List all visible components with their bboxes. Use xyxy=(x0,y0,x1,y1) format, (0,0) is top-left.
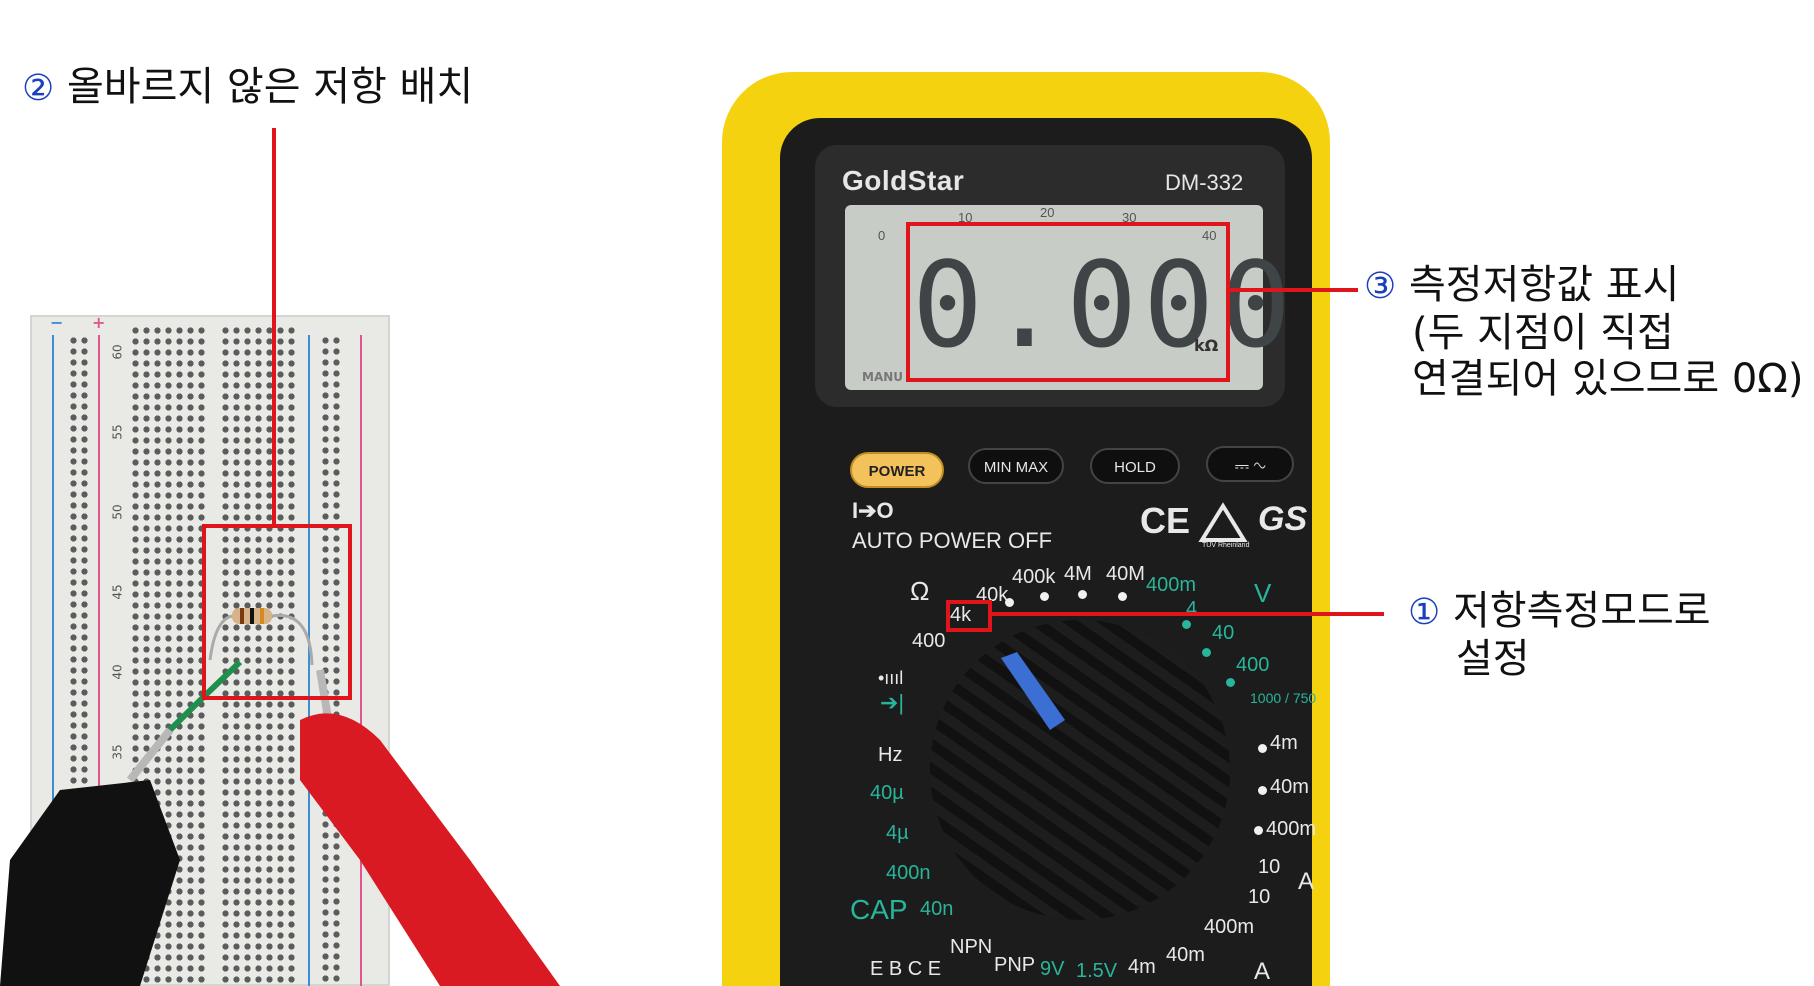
power-button[interactable]: POWER xyxy=(850,452,944,488)
row-number: 60 xyxy=(110,344,125,360)
black-clip-jaw xyxy=(126,727,174,783)
cap-range-400n[interactable]: 400n xyxy=(886,862,931,885)
cap-range-40u[interactable]: 40µ xyxy=(870,782,904,805)
volt-range-40[interactable]: 40 xyxy=(1212,622,1234,645)
annotation-2-text: 올바르지 않은 저항 배치 xyxy=(67,64,474,110)
annotation-3-line-1: 측정저항값 표시 xyxy=(1409,262,1680,308)
cap-label: CAP xyxy=(850,894,908,925)
dial-dot xyxy=(1258,744,1267,753)
volt-range-400[interactable]: 400 xyxy=(1236,654,1269,677)
volt-range-1000-750[interactable]: 1000 / 750 xyxy=(1250,690,1316,706)
amp-range-40m[interactable]: 40m xyxy=(1270,776,1309,799)
ac-amp-10[interactable]: 10 xyxy=(1248,886,1270,909)
ac-amp-4m[interactable]: 4m xyxy=(1128,956,1156,979)
battery-1-5v[interactable]: 1.5V xyxy=(1076,960,1117,983)
rail-minus-sign: − xyxy=(50,313,64,332)
mode-pnp[interactable]: PNP xyxy=(994,954,1035,977)
amp-range-400m[interactable]: 400m xyxy=(1266,818,1316,841)
annotation-1-highlight-box xyxy=(946,600,992,632)
diode-icon: ➔| xyxy=(880,690,905,715)
battery-9v[interactable]: 9V xyxy=(1040,958,1064,981)
amp-range-10[interactable]: 10 xyxy=(1258,856,1280,879)
dial-dot xyxy=(1254,826,1263,835)
dial-dot xyxy=(1005,598,1014,607)
rail-plus-sign: + xyxy=(92,313,106,332)
mode-npn[interactable]: NPN xyxy=(950,936,992,959)
row-number: 55 xyxy=(110,424,125,440)
annotation-3-highlight-box xyxy=(906,222,1230,382)
auto-power-symbol: I➔O xyxy=(852,498,894,523)
lcd-mode-label: MANU xyxy=(862,370,904,384)
min-max-button[interactable]: MIN MAX xyxy=(968,448,1064,484)
cap-range-4u[interactable]: 4µ xyxy=(886,822,909,845)
red-alligator-clip xyxy=(300,713,560,986)
ohm-range-40M[interactable]: 40M xyxy=(1106,563,1145,586)
black-alligator-clip xyxy=(0,780,180,986)
annotation-2-number: ② xyxy=(22,68,55,109)
multimeter-brand: GoldStar xyxy=(842,165,965,196)
amp-symbol: A xyxy=(1298,868,1315,895)
gs-mark: GS xyxy=(1258,500,1308,538)
volt-range-4[interactable]: 4 xyxy=(1186,598,1197,621)
lcd-scale-label: 0 xyxy=(878,228,886,243)
acdc-button[interactable]: ⎓ ∿ xyxy=(1206,446,1294,482)
ohm-range-4M[interactable]: 4M xyxy=(1064,563,1092,586)
volt-symbol: V xyxy=(1254,578,1272,608)
dial-pointer xyxy=(1001,652,1065,730)
annotation-1-line-1: 저항측정모드로 xyxy=(1453,588,1711,634)
annotation-2: ② 올바르지 않은 저항 배치 xyxy=(22,64,473,112)
dial-dot xyxy=(1202,648,1211,657)
auto-power-label: AUTO POWER OFF xyxy=(852,528,1053,553)
annotation-1: ① 저항측정모드로 설정 xyxy=(1408,588,1711,682)
continuity-icon: •ıııl xyxy=(878,668,904,688)
tuv-label: TÜV Rheinland xyxy=(1202,542,1250,549)
hold-button[interactable]: HOLD xyxy=(1090,448,1180,484)
dial-dot xyxy=(1182,620,1191,629)
ac-amp-symbol: A xyxy=(1254,958,1271,985)
annotation-3-line-3: 연결되어 있으므로 0Ω) xyxy=(1412,356,1804,402)
dial-dot xyxy=(1258,786,1267,795)
annotation-2-highlight-box xyxy=(202,524,352,700)
annotation-1-number: ① xyxy=(1408,592,1441,633)
volt-range-400m[interactable]: 400m xyxy=(1146,574,1196,597)
ce-mark: CE xyxy=(1140,500,1191,541)
lcd-scale-label: 20 xyxy=(1040,205,1055,220)
ac-amp-40m[interactable]: 40m xyxy=(1166,944,1205,967)
row-number: 50 xyxy=(110,504,125,520)
dial-dot xyxy=(1226,678,1235,687)
mode-hz[interactable]: Hz xyxy=(878,744,902,767)
tuv-triangle-icon xyxy=(1198,502,1248,542)
transistor-pins: E B C E xyxy=(870,958,942,980)
annotation-3-number: ③ xyxy=(1364,266,1397,307)
ohm-range-400k[interactable]: 400k xyxy=(1012,566,1055,589)
annotation-3-line-2: (두 지점이 직접 xyxy=(1412,310,1674,356)
dial-dot xyxy=(1118,592,1127,601)
annotation-2-leader-line xyxy=(272,128,276,528)
annotation-1-leader-line xyxy=(992,612,1384,616)
annotation-3: ③ 측정저항값 표시 (두 지점이 직접 연결되어 있으므로 0Ω) xyxy=(1364,262,1803,402)
amp-range-4m[interactable]: 4m xyxy=(1270,732,1298,755)
annotation-3-leader-line xyxy=(1230,288,1358,292)
cap-range-40n[interactable]: 40n xyxy=(920,898,953,921)
multimeter-model: DM-332 xyxy=(1165,170,1244,195)
dial-dot xyxy=(1040,592,1049,601)
ohm-range-400[interactable]: 400 xyxy=(912,630,945,653)
annotation-1-line-2: 설정 xyxy=(1456,636,1530,682)
ohm-symbol: Ω xyxy=(910,576,930,606)
ac-amp-400m[interactable]: 400m xyxy=(1204,916,1254,939)
dial-dot xyxy=(1078,590,1087,599)
